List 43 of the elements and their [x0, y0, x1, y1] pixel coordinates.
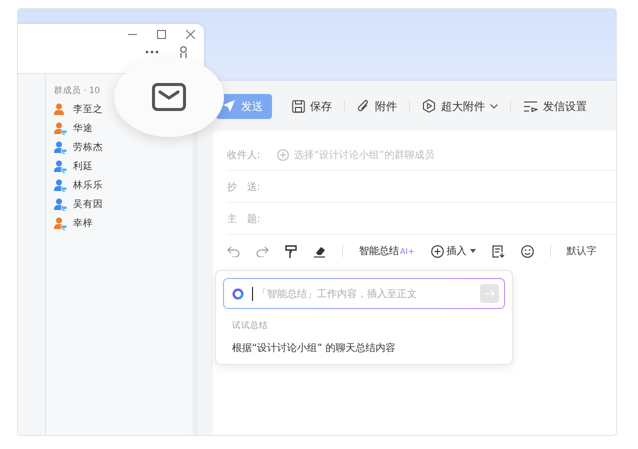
emoji-icon[interactable]	[520, 244, 534, 258]
member-item[interactable]: 幸梓	[54, 214, 93, 233]
member-item[interactable]: 林乐乐	[54, 176, 103, 195]
member-item[interactable]: 华途	[54, 119, 93, 138]
close-icon[interactable]	[186, 30, 195, 39]
hint-title: 试试总结	[232, 320, 269, 332]
add-icon	[277, 148, 289, 160]
toolbar-button[interactable]: 发信设置	[523, 98, 587, 114]
member-item[interactable]: 劳栋杰	[54, 138, 103, 157]
envelope-icon	[152, 83, 186, 111]
toolbar-button[interactable]: 超大附件	[422, 98, 498, 114]
insert-button[interactable]: 插入	[430, 244, 476, 258]
field-label: 主 题:	[227, 212, 262, 226]
paperclip-icon	[357, 100, 370, 112]
redo-icon[interactable]	[256, 246, 269, 256]
font-selector[interactable]: 默认字	[566, 244, 597, 258]
field-label: 收件人:	[227, 148, 262, 162]
chevron-down-icon	[490, 104, 498, 108]
smart-summary-button[interactable]: 智能总结	[359, 244, 399, 258]
eraser-icon[interactable]	[313, 244, 326, 258]
maximize-icon[interactable]	[157, 30, 166, 39]
suggestion-item[interactable]: 根据“设计讨论小组” 的聊天总结内容	[232, 341, 505, 355]
text-cursor	[252, 286, 253, 300]
format-painter-icon[interactable]	[285, 244, 297, 258]
arrow-right-icon	[484, 289, 494, 298]
ring-icon	[232, 288, 244, 300]
document-icon[interactable]	[492, 244, 505, 258]
member-count: 群成员 · 10	[54, 85, 100, 98]
ai-label: AI+	[400, 246, 415, 256]
undo-icon[interactable]	[227, 246, 240, 256]
member-item[interactable]: 吴有因	[54, 195, 103, 214]
member-item[interactable]: 利廷	[54, 157, 93, 176]
person-icon[interactable]	[179, 46, 188, 58]
field-label: 抄 送:	[227, 180, 262, 194]
play-hexagon-icon	[422, 99, 436, 113]
add-icon	[430, 244, 444, 258]
settings-icon	[523, 100, 538, 112]
save-icon	[292, 100, 305, 112]
toolbar-button[interactable]: 附件	[357, 98, 397, 114]
more-icon[interactable]	[145, 50, 159, 54]
caret-icon	[470, 249, 476, 253]
member-item[interactable]: 李至之	[54, 100, 103, 119]
toolbar-button[interactable]: 保存	[292, 98, 332, 114]
